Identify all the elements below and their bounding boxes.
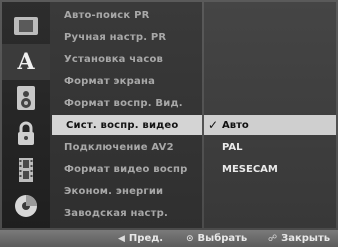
navigation-hint-bar: ◀ Пред. ⊙ Выбрать ☍ Закрыть	[0, 230, 338, 247]
return-icon: ☍	[268, 233, 278, 244]
setup-menu-screen: A Авто-поиск PR Ручная настр. PR Установ…	[0, 0, 338, 247]
menu-item-power-save[interactable]: Эконом. энергии	[50, 181, 202, 201]
option-label: PAL	[222, 141, 243, 153]
option-auto[interactable]: ✓ Авто	[204, 115, 336, 135]
option-pal[interactable]: PAL	[204, 137, 336, 157]
enter-icon: ⊙	[186, 233, 194, 244]
lock-icon[interactable]	[2, 116, 50, 152]
menu-item-clock-set[interactable]: Установка часов	[50, 49, 202, 69]
film-strip-icon[interactable]	[2, 152, 50, 188]
menu-item-video-system[interactable]: Сист. воспр. видео	[52, 115, 202, 135]
hint-select: ⊙ Выбрать	[186, 233, 248, 244]
option-label: Авто	[222, 119, 249, 131]
option-panel: ✓ Авто PAL MESECAM	[204, 2, 336, 228]
check-icon: ✓	[207, 118, 219, 132]
arrow-left-icon: ◀	[118, 233, 125, 244]
option-label: MESECAM	[222, 163, 278, 175]
menu-item-video-output-format[interactable]: Формат видео воспр	[50, 159, 202, 179]
option-mesecam[interactable]: MESECAM	[204, 159, 336, 179]
audio-speaker-icon[interactable]	[2, 80, 50, 116]
disc-settings-icon[interactable]	[2, 8, 50, 44]
language-icon[interactable]: A	[2, 44, 50, 80]
hint-previous: ◀ Пред.	[118, 233, 164, 244]
menu-item-screen-format[interactable]: Формат экрана	[50, 71, 202, 91]
menu-item-auto-search-pr[interactable]: Авто-поиск PR	[50, 5, 202, 25]
hint-close: ☍ Закрыть	[268, 233, 331, 244]
menu-item-av2-connection[interactable]: Подключение AV2	[50, 137, 202, 157]
setup-menu-list: Авто-поиск PR Ручная настр. PR Установка…	[50, 2, 202, 228]
record-disc-icon[interactable]	[2, 188, 50, 224]
menu-item-factory-reset[interactable]: Заводская настр.	[50, 203, 202, 223]
category-icon-column: A	[2, 2, 50, 228]
menu-item-playback-format[interactable]: Формат воспр. Вид.	[50, 93, 202, 113]
menu-item-manual-pr[interactable]: Ручная настр. PR	[50, 27, 202, 47]
